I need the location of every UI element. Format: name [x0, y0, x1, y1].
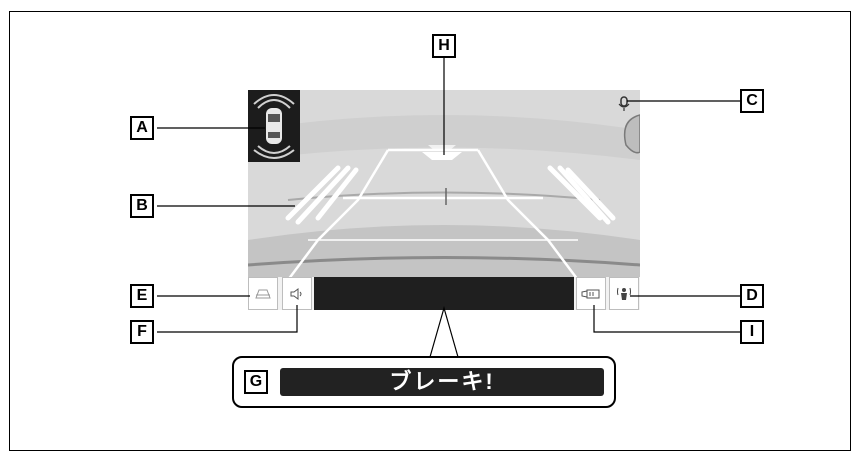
callout-b: B — [130, 194, 154, 218]
camera-view-icon — [581, 289, 600, 298]
callout-e: E — [130, 284, 154, 308]
microphone-icon — [618, 96, 630, 111]
volume-button[interactable] — [282, 277, 312, 310]
brake-warning-text: ブレーキ! — [280, 368, 604, 396]
callout-d: D — [740, 284, 764, 308]
parking-sensor-panel — [248, 90, 300, 162]
callout-c: C — [740, 89, 764, 113]
callout-a: A — [130, 116, 154, 140]
sensor-toggle-button[interactable] — [609, 277, 639, 310]
callout-g: G — [244, 370, 268, 394]
view-switch-button[interactable] — [576, 277, 606, 310]
sensor-person-icon — [617, 287, 631, 300]
guide-line-button[interactable] — [248, 277, 278, 310]
speaker-icon — [290, 287, 302, 300]
rear-camera-display — [248, 90, 640, 310]
callout-i: I — [740, 320, 764, 344]
road-lane-icon — [255, 289, 271, 298]
callout-f: F — [130, 320, 154, 344]
warning-message-box: G ブレーキ! — [232, 356, 616, 408]
callout-h: H — [432, 34, 456, 58]
message-area — [314, 277, 574, 310]
car-sensor-icon — [253, 94, 295, 159]
